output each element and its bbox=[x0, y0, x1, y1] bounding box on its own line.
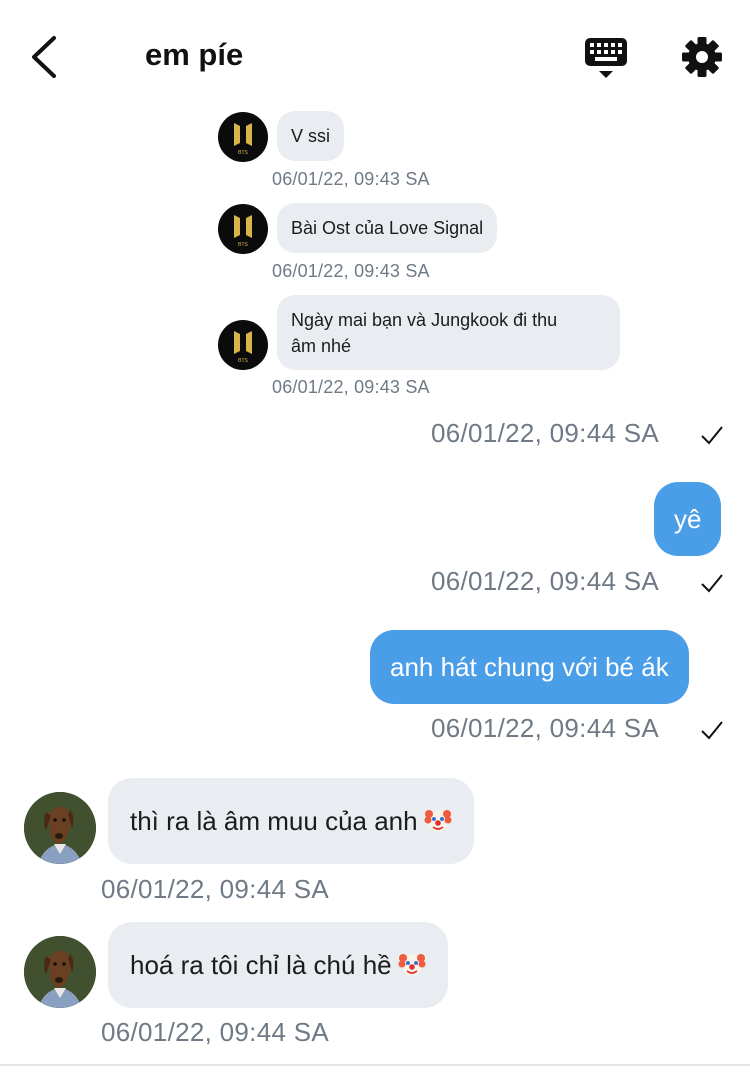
message-bubble-received[interactable]: Bài Ost của Love Signal bbox=[277, 203, 498, 253]
back-button[interactable] bbox=[26, 34, 66, 80]
message-timestamp: 06/01/22, 09:44 SA bbox=[431, 566, 660, 596]
chat-header: em píe bbox=[0, 0, 750, 110]
bts-logo-icon: BTS bbox=[234, 215, 252, 248]
message-timestamp: 06/01/22, 09:44 SA bbox=[101, 874, 330, 904]
avatar-contact[interactable] bbox=[24, 936, 96, 1008]
keyboard-button[interactable] bbox=[583, 36, 629, 80]
message-text: hoá ra tôi chỉ là chú hề bbox=[130, 950, 392, 980]
avatar-bts[interactable]: BTS bbox=[218, 112, 268, 162]
check-icon bbox=[701, 426, 723, 445]
svg-text:BTS: BTS bbox=[238, 150, 248, 156]
settings-button[interactable] bbox=[680, 35, 724, 79]
message-timestamp: 06/01/22, 09:43 SA bbox=[272, 261, 430, 281]
message-text-line: âm nhé bbox=[291, 336, 352, 356]
svg-text:BTS: BTS bbox=[238, 242, 248, 248]
message-text-line: Ngày mai bạn và Jungkook đi thu bbox=[291, 310, 558, 330]
message-bubble-received[interactable]: Ngày mai bạn và Jungkook đi thu âm nhé bbox=[277, 295, 620, 370]
message-timestamp: 06/01/22, 09:44 SA bbox=[101, 1017, 330, 1047]
message-timestamp: 06/01/22, 09:43 SA bbox=[272, 169, 430, 189]
dog-avatar-icon bbox=[24, 936, 96, 1008]
message-bubble-sent[interactable]: yê bbox=[654, 482, 722, 556]
clown-face-icon bbox=[424, 810, 452, 832]
gear-icon bbox=[682, 37, 722, 77]
check-icon bbox=[701, 574, 723, 593]
message-bubble-received[interactable]: V ssi bbox=[277, 111, 345, 161]
clown-face-icon bbox=[398, 954, 426, 976]
divider bbox=[0, 1064, 750, 1066]
svg-text:BTS: BTS bbox=[238, 358, 248, 364]
avatar-contact[interactable] bbox=[24, 792, 96, 864]
bts-logo-icon: BTS bbox=[234, 123, 252, 156]
bts-logo-icon: BTS bbox=[234, 331, 252, 364]
avatar-bts[interactable]: BTS bbox=[218, 320, 268, 370]
check-icon bbox=[701, 721, 723, 740]
avatar-bts[interactable]: BTS bbox=[218, 204, 268, 254]
message-timestamp: 06/01/22, 09:44 SA bbox=[431, 713, 660, 743]
message-timestamp: 06/01/22, 09:44 SA bbox=[431, 418, 660, 448]
message-bubble-received[interactable]: hoá ra tôi chỉ là chú hề bbox=[108, 922, 448, 1008]
message-bubble-received[interactable]: thì ra là âm muu của anh bbox=[108, 778, 474, 864]
keyboard-icon bbox=[585, 38, 627, 78]
message-text: thì ra là âm muu của anh bbox=[130, 806, 418, 836]
chevron-left-icon bbox=[32, 36, 56, 78]
message-bubble-sent[interactable]: anh hát chung với bé ák bbox=[370, 630, 689, 704]
dog-avatar-icon bbox=[24, 792, 96, 864]
message-timestamp: 06/01/22, 09:43 SA bbox=[272, 377, 430, 397]
chat-title: em píe bbox=[145, 37, 244, 72]
